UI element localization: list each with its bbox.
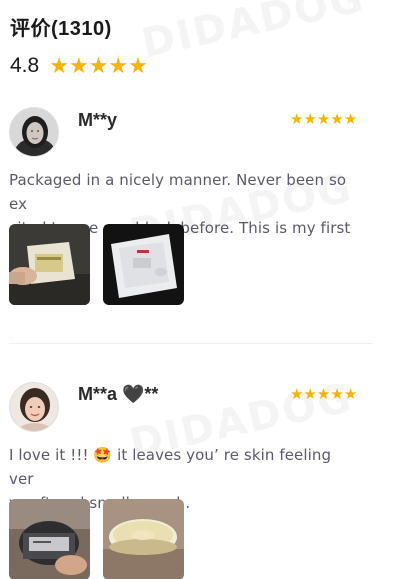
avatar[interactable] [9,107,59,157]
average-stars: ★ ★ ★ ★ ★ [49,55,148,77]
star-icon: ★ [128,53,148,78]
star-icon: ★ [290,111,304,128]
review-photo[interactable] [103,499,184,579]
average-score: 4.8 [10,54,40,77]
review-stars: ★ ★ ★ ★ ★ [290,112,357,127]
average-rating: 4.8 ★ ★ ★ ★ ★ [10,54,148,78]
review-photos [9,499,197,579]
star-icon: ★ [290,386,304,403]
review-text-line: I love it !!! 🤩 it leaves you’ re skin f… [9,446,332,488]
review-photo[interactable] [9,224,90,305]
review-divider [9,343,373,344]
review-photos [9,224,197,305]
star-icon: ★ [330,111,344,128]
reviewer-name: M**y [78,110,118,130]
avatar[interactable] [9,382,59,432]
review-stars: ★ ★ ★ ★ ★ [290,387,357,402]
reviewer-name: M**a 🖤** [78,384,159,404]
reviews-title: 评价(1310) [10,18,112,40]
star-icon: ★ [330,386,344,403]
star-icon: ★ [49,53,69,78]
star-icon: ★ [88,53,109,78]
star-icon: ★ [316,386,331,403]
review-photo[interactable] [9,499,90,579]
watermark: DIDADOG [137,0,369,68]
star-icon: ★ [343,386,358,403]
star-icon: ★ [303,386,317,403]
star-icon: ★ [303,111,317,128]
star-icon: ★ [343,111,358,128]
star-icon: ★ [108,53,129,78]
review-photo[interactable] [103,224,184,305]
review-text-line: Packaged in a nicely manner. Never been … [9,171,347,213]
star-icon: ★ [68,53,89,78]
star-icon: ★ [316,111,331,128]
reviews-header: 评价(1310) [10,12,112,41]
